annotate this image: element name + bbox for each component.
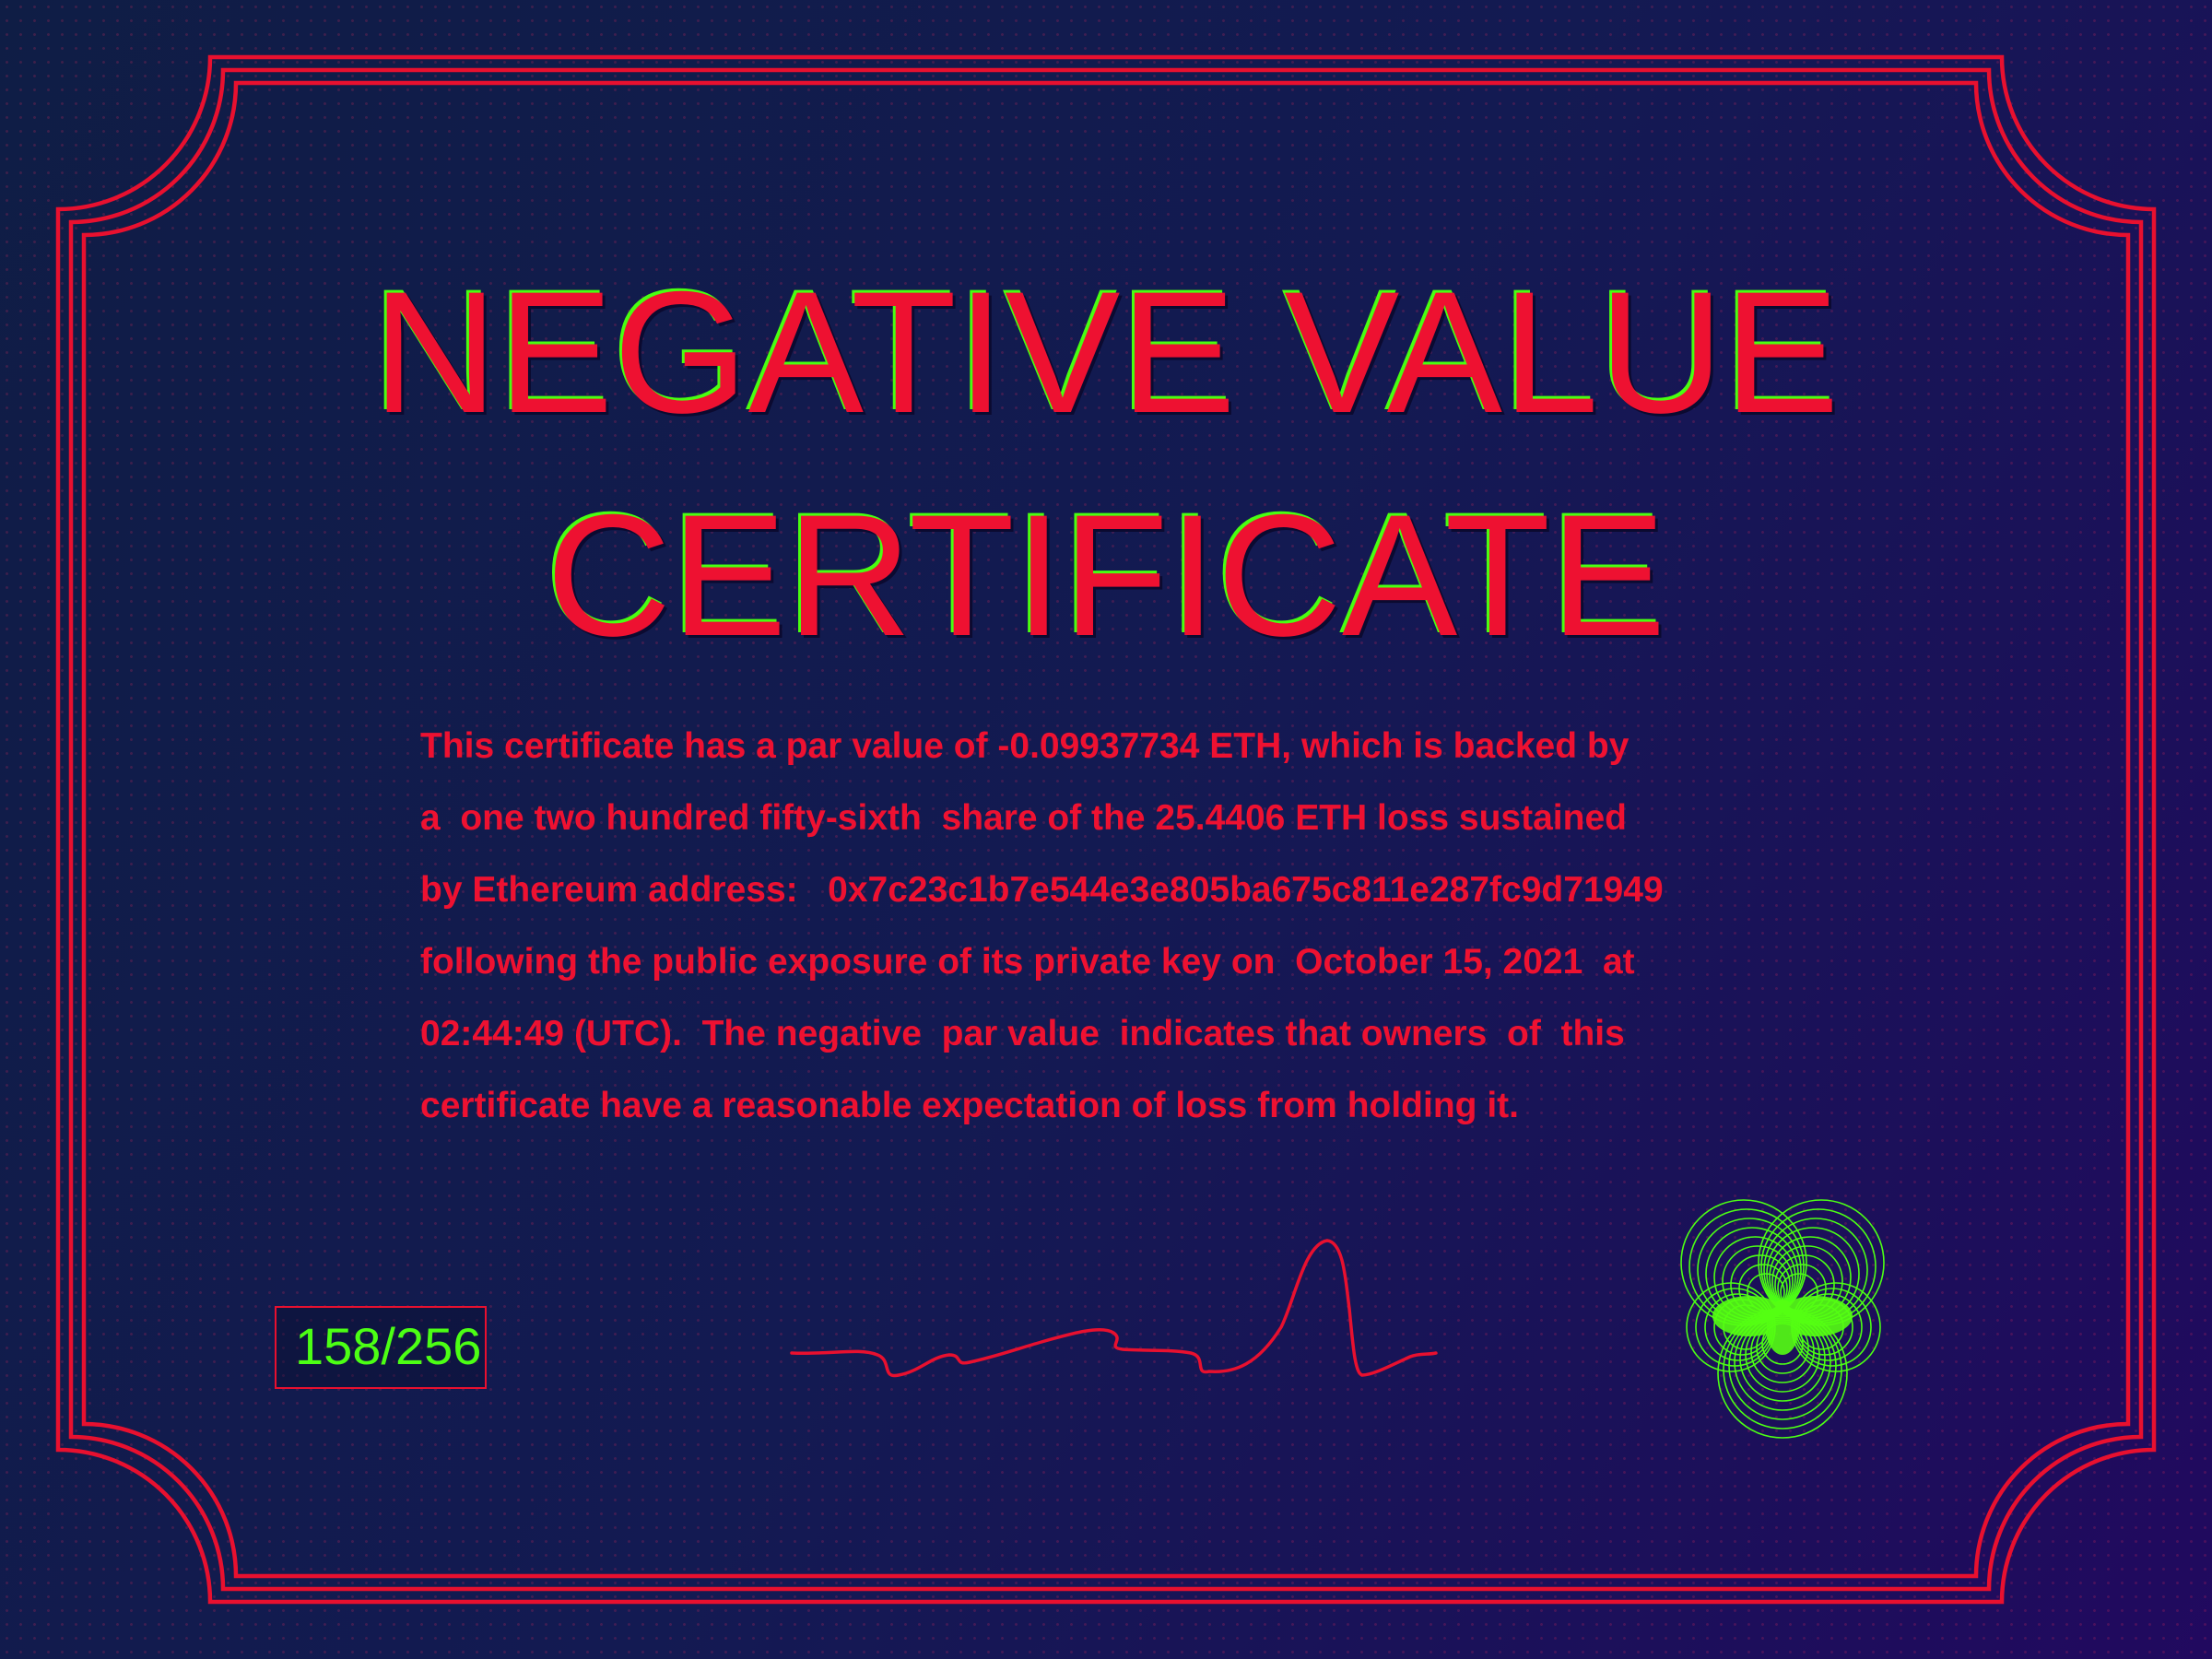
certificate-title-line-1: NEGATIVE VALUE xyxy=(372,255,1840,449)
signature xyxy=(790,1239,1438,1378)
seal xyxy=(1680,1199,1885,1439)
certificate-title-line-2: CERTIFICATE xyxy=(546,478,1666,672)
body-line: 02:44:49 (UTC). The negative par value i… xyxy=(420,1014,1625,1053)
serial-number: 158/256 xyxy=(295,1317,482,1375)
body-line: following the public exposure of its pri… xyxy=(420,942,1635,982)
body-line: certificate have a reasonable expectatio… xyxy=(420,1086,1519,1125)
body-line: a one two hundred fifty-sixth share of t… xyxy=(420,798,1627,838)
body-line: This certificate has a par value of -0.0… xyxy=(420,726,1630,766)
serial-number-box: 158/256 xyxy=(275,1306,487,1389)
body-line: by Ethereum address: 0x7c23c1b7e544e3e80… xyxy=(420,870,1664,910)
